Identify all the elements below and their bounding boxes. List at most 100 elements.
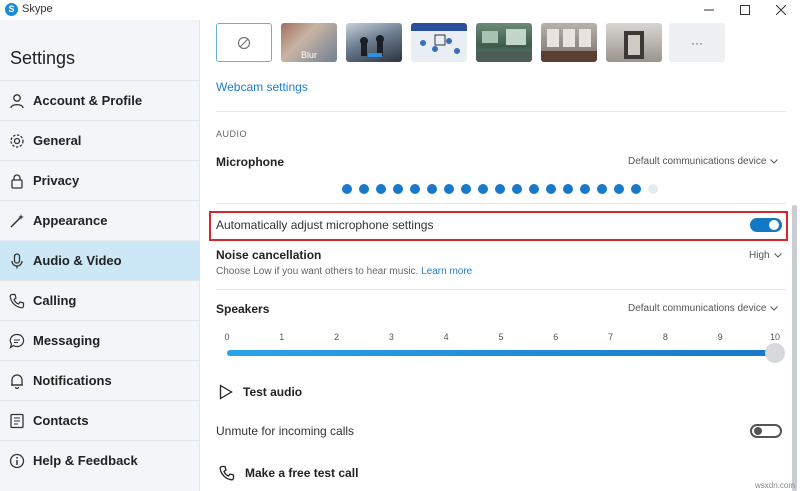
background-image-option-3[interactable] — [476, 23, 532, 62]
sidebar-item-label: Appearance — [33, 213, 108, 228]
no-background-icon — [237, 36, 251, 49]
microphone-device-dropdown[interactable]: Default communications device — [628, 156, 779, 167]
microphone-level-dot — [461, 184, 471, 194]
sidebar-item-notifications[interactable]: Notifications — [0, 360, 200, 400]
background-image-option-4[interactable] — [541, 23, 597, 62]
free-test-call-button[interactable]: Make a free test call — [219, 465, 358, 481]
free-test-call-label: Make a free test call — [245, 466, 359, 480]
speaker-volume-tick-label: 7 — [608, 332, 614, 342]
microphone-level-dot — [512, 184, 522, 194]
room-image — [541, 29, 597, 62]
blur-label: Blur — [300, 50, 317, 60]
minimize-button[interactable] — [692, 0, 726, 20]
sidebar-item-appearance[interactable]: Appearance — [0, 200, 200, 240]
speaker-volume-tick-label: 5 — [498, 332, 504, 342]
more-backgrounds-button[interactable]: ··· — [669, 23, 725, 62]
divider — [216, 111, 786, 112]
microphone-level-dot — [376, 184, 386, 194]
test-audio-button[interactable]: Test audio — [219, 384, 302, 400]
background-image-option-5[interactable] — [606, 23, 662, 62]
sidebar-item-calling[interactable]: Calling — [0, 280, 200, 320]
person-icon — [7, 91, 27, 111]
sidebar-item-label: Contacts — [33, 413, 89, 428]
sidebar-item-label: General — [33, 133, 82, 148]
microphone-level-dot — [342, 184, 352, 194]
maximize-icon — [740, 5, 750, 15]
webcam-settings-link[interactable]: Webcam settings — [216, 80, 308, 94]
sidebar-item-messaging[interactable]: Messaging — [0, 320, 200, 360]
speaker-volume-tick-label: 2 — [334, 332, 340, 342]
sidebar-item-label: Audio & Video — [33, 253, 122, 268]
office-image — [476, 29, 532, 62]
contacts-icon — [7, 411, 27, 431]
audio-section-label: AUDIO — [216, 129, 248, 139]
sidebar-item-general[interactable]: General — [0, 120, 200, 160]
sidebar-item-help-feedback[interactable]: Help & Feedback — [0, 440, 200, 480]
doorway-image — [624, 31, 644, 59]
people-silhouette-image — [360, 35, 384, 57]
audio-video-settings-panel: Blur ··· Webcam settings AUDIO Microphon… — [201, 20, 800, 491]
speaker-volume-track[interactable] — [227, 350, 775, 356]
settings-heading: Settings — [10, 48, 76, 68]
microphone-icon — [7, 251, 27, 271]
info-icon — [7, 451, 27, 471]
play-icon — [219, 384, 233, 400]
speakers-device-value: Default communications device — [628, 303, 767, 314]
noise-cancellation-hint: Choose Low if you want others to hear mu… — [216, 266, 419, 277]
sidebar-item-audio-video[interactable]: Audio & Video — [0, 240, 200, 280]
sidebar-item-label: Help & Feedback — [33, 453, 138, 468]
microphone-level-dot — [529, 184, 539, 194]
sidebar-item-label: Notifications — [33, 373, 112, 388]
microphone-level-dot — [614, 184, 624, 194]
unmute-incoming-calls-toggle[interactable] — [750, 424, 782, 438]
speakers-title: Speakers — [216, 302, 270, 316]
noise-cancellation-value: High — [749, 250, 770, 261]
vertical-scrollbar[interactable] — [792, 205, 797, 491]
noise-cancellation-title: Noise cancellation — [216, 248, 322, 262]
microphone-level-dot — [478, 184, 488, 194]
noise-cancellation-dropdown[interactable]: High — [749, 250, 782, 261]
more-icon: ··· — [691, 35, 703, 50]
speaker-volume-thumb[interactable] — [765, 343, 785, 363]
noise-cancellation-description: Choose Low if you want others to hear mu… — [216, 266, 472, 277]
speaker-volume-tick-label: 0 — [224, 332, 230, 342]
speaker-volume-tick-label: 10 — [769, 332, 781, 342]
settings-sidebar: Settings Account & Profile General Priva… — [0, 20, 200, 491]
background-image-option-1[interactable] — [346, 23, 402, 62]
background-none-option[interactable] — [216, 23, 272, 62]
microphone-device-value: Default communications device — [628, 156, 767, 167]
speaker-volume-tick-label: 4 — [443, 332, 449, 342]
sidebar-item-account-profile[interactable]: Account & Profile — [0, 80, 200, 120]
sidebar-item-label: Messaging — [33, 333, 101, 348]
microphone-level-dot — [444, 184, 454, 194]
speaker-volume-ticks: 0 1 2 3 4 5 6 7 8 9 10 — [223, 332, 780, 346]
background-blur-option[interactable]: Blur — [281, 23, 337, 62]
chevron-down-icon — [773, 253, 782, 258]
microphone-level-dot — [580, 184, 590, 194]
phone-icon — [219, 465, 235, 481]
watermark: wsxdn.com — [755, 481, 796, 490]
bell-icon — [7, 371, 27, 391]
auto-adjust-microphone-toggle[interactable] — [750, 218, 782, 232]
chevron-down-icon — [770, 159, 779, 164]
microphone-level-dot — [393, 184, 403, 194]
speakers-device-dropdown[interactable]: Default communications device — [628, 303, 779, 314]
toggle-knob — [754, 427, 762, 435]
maximize-button[interactable] — [728, 0, 762, 20]
skype-logo-icon: S — [5, 3, 18, 16]
learn-more-link[interactable]: Learn more — [421, 266, 472, 277]
sidebar-item-privacy[interactable]: Privacy — [0, 160, 200, 200]
microphone-level-dot — [495, 184, 505, 194]
speaker-volume-tick-label: 3 — [388, 332, 394, 342]
background-image-option-2[interactable] — [411, 23, 467, 62]
phone-icon — [7, 291, 27, 311]
speaker-volume-tick-label: 9 — [717, 332, 723, 342]
microphone-level-dot — [631, 184, 641, 194]
title-bar: S Skype — [0, 0, 800, 20]
speaker-volume-tick-label: 8 — [662, 332, 668, 342]
wand-icon — [7, 211, 27, 231]
close-button[interactable] — [764, 0, 798, 20]
sidebar-item-contacts[interactable]: Contacts — [0, 400, 200, 440]
sidebar-item-label: Privacy — [33, 173, 80, 188]
divider — [216, 203, 786, 204]
